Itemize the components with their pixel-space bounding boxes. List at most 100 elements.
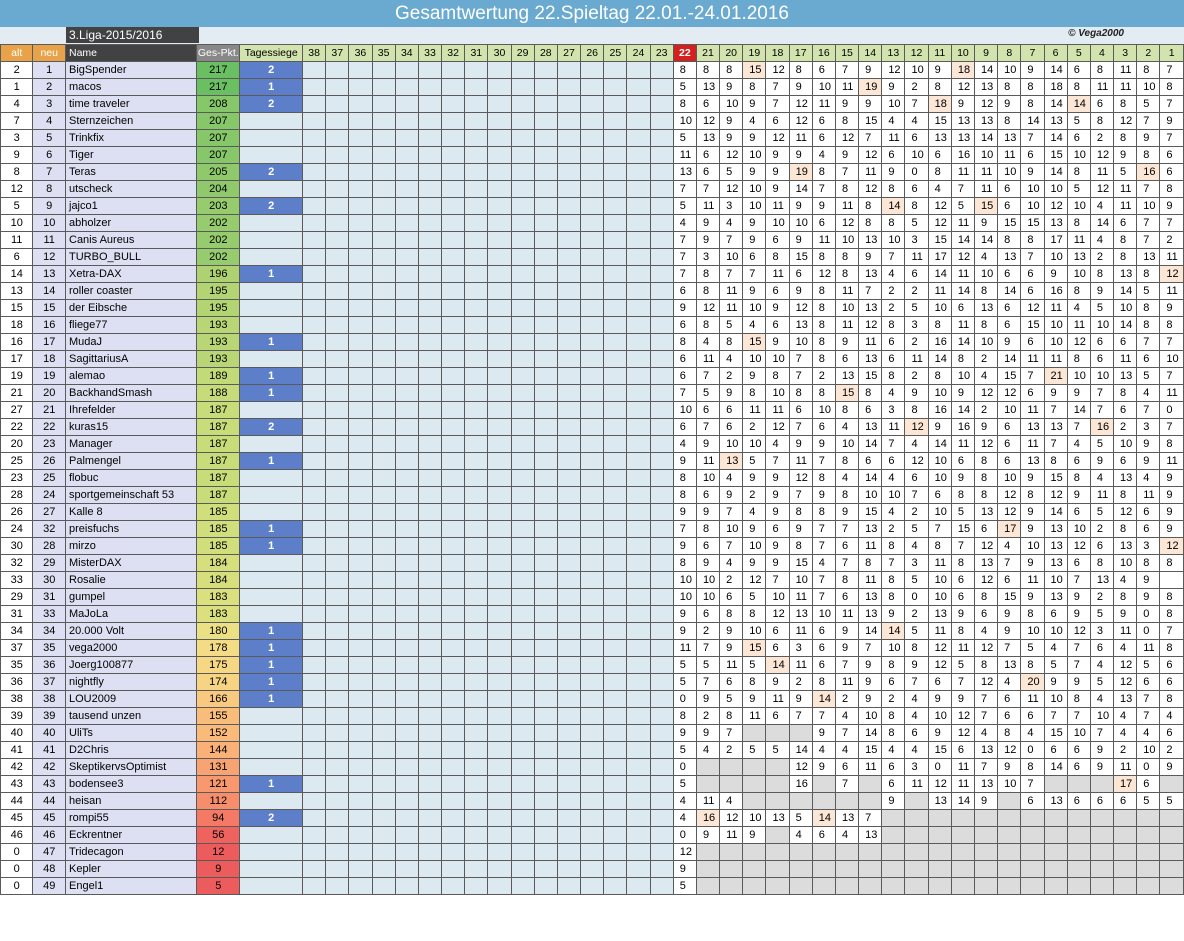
day-header[interactable]: 13 <box>881 44 906 62</box>
table-row[interactable]: 27 21 Ihrefelder 187 10 6 6 11 11 6 10 8 6 3 8 16 14 2 10 1… <box>0 401 1184 419</box>
table-row[interactable]: 45 45 rompi55 94 2 4 16 12 10 13 5 14 13 7 <box>0 809 1184 827</box>
table-row[interactable]: 4 3 time traveler 208 2 8 6 10 9 7 12 11 9 9 10 7 18 9 12 9… <box>0 95 1184 113</box>
table-row[interactable]: 7 4 Sternzeichen 207 10 12 9 4 6 12 6 8 15 4 4 15 13 13 8 1… <box>0 112 1184 130</box>
day-header[interactable]: 12 <box>904 44 929 62</box>
day-header-future[interactable]: 29 <box>510 44 535 62</box>
day-header[interactable]: 18 <box>765 44 790 62</box>
table-row[interactable]: 29 31 gumpel 183 10 10 6 5 10 11 7 6 13 8 0 10 6 8 15 9 13 9 2… <box>0 588 1184 606</box>
day-header-future[interactable]: 36 <box>348 44 373 62</box>
day-header[interactable]: 11 <box>927 44 952 62</box>
table-row[interactable]: 31 33 MaJoLa 183 9 6 8 8 12 13 10 11 13 9 2 13 9 6 9 8 6 9 5 9 0… <box>0 605 1184 623</box>
day-header-future[interactable]: 33 <box>417 44 443 62</box>
day-score-cell: 4 <box>1136 469 1161 487</box>
table-row[interactable]: 8 7 Teras 205 2 13 6 5 9 9 19 8 7 11 9 0 8 11 11 10 9 14 8 11 5 1… <box>0 163 1184 181</box>
table-row[interactable]: 6 12 TURBO_BULL 202 7 3 10 6 8 15 8 8 9 7 11 17 12 4 13 7 10… <box>0 248 1184 266</box>
day-header-future[interactable]: 34 <box>394 44 419 62</box>
day-header[interactable]: 1 <box>1159 44 1184 62</box>
table-row[interactable]: 12 8 utscheck 204 7 7 12 10 9 14 7 8 12 8 6 4 7 11 6 10 10 5 1… <box>0 180 1184 198</box>
table-row[interactable]: 1 2 macos 217 1 5 13 9 8 7 9 10 11 19 9 2 8 12 13 8 8 18 8 11 11… <box>0 78 1184 96</box>
day-header[interactable]: 2 <box>1136 44 1161 62</box>
table-row[interactable]: 0 48 Kepler 9 9 <box>0 860 1184 878</box>
future-day-cell <box>533 809 558 827</box>
day-header[interactable]: 14 <box>858 44 883 62</box>
col-header-neu[interactable]: neu <box>32 44 66 62</box>
table-row[interactable]: 14 13 Xetra-DAX 196 1 7 8 7 7 11 6 12 8 13 4 6 14 11 10 6 6 9… <box>0 265 1184 283</box>
table-row[interactable]: 36 37 nightfly 174 1 5 7 6 8 9 2 8 11 9 6 7 6 7 12 4 20 9 9 5 12… <box>0 673 1184 691</box>
table-row[interactable]: 11 11 Canis Aureus 202 7 9 7 9 6 9 11 10 13 10 3 15 14 14… <box>0 231 1184 249</box>
table-row[interactable]: 24 32 preisfuchs 185 1 7 8 10 9 6 9 7 7 13 2 5 7 15 6 17 9 13… <box>0 520 1184 538</box>
table-row[interactable]: 2 1 BigSpender 217 2 8 8 8 15 12 8 6 7 9 12 10 9 18 14 10 9 1… <box>0 61 1184 79</box>
table-row[interactable]: 35 36 Joerg100877 175 1 5 5 11 5 14 11 6 7 9 8 9 12 5 8 13 8… <box>0 656 1184 674</box>
table-row[interactable]: 34 34 20.000 Volt 180 1 9 2 9 10 6 11 6 9 14 14 5 11 8 4 9 1… <box>0 622 1184 640</box>
day-header[interactable]: 3 <box>1113 44 1138 62</box>
future-day-cell <box>580 554 605 572</box>
day-header-future[interactable]: 38 <box>302 44 327 62</box>
day-score-cell: 9 <box>1043 384 1068 402</box>
table-row[interactable]: 38 38 LOU2009 166 1 0 9 5 9 11 9 14 2 9 2 4 9 9 7 6 11 10 8 4 13… <box>0 690 1184 708</box>
table-row[interactable]: 25 26 Palmengel 187 1 9 11 13 5 7 11 7 8 6 6 12 10 6 8 6 13 8… <box>0 452 1184 470</box>
table-row[interactable]: 20 23 Manager 187 4 9 10 10 4 9 9 10 14 7 4 14 11 12 6 11 7 4… <box>0 435 1184 453</box>
table-row[interactable]: 10 10 abholzer 202 4 9 4 9 10 10 6 12 8 8 5 12 11 9 15 15 13… <box>0 214 1184 232</box>
table-row[interactable]: 0 47 Tridecagon 12 12 <box>0 843 1184 861</box>
future-day-cell <box>302 401 327 419</box>
future-day-cell <box>464 367 489 385</box>
col-header-name[interactable]: Name <box>64 44 198 62</box>
table-row[interactable]: 46 46 Eckrentner 56 0 9 11 9 4 6 4 13 <box>0 826 1184 844</box>
day-header[interactable]: 6 <box>1043 44 1068 62</box>
table-row[interactable]: 0 49 Engel1 5 5 <box>0 877 1184 895</box>
day-header[interactable]: 10 <box>950 44 976 62</box>
day-header[interactable]: 4 <box>1089 44 1115 62</box>
day-header[interactable]: 17 <box>788 44 813 62</box>
day-header-future[interactable]: 32 <box>441 44 466 62</box>
table-row[interactable]: 33 30 Rosalie 184 10 10 2 12 7 10 7 8 11 8 5 10 6 12 6 11 10… <box>0 571 1184 589</box>
col-header-daily-wins[interactable]: Tagessiege <box>239 44 304 62</box>
table-row[interactable]: 28 24 sportgemeinschaft 53 187 8 6 9 2 9 7 9 8 10 10 7… <box>0 486 1184 504</box>
table-row[interactable]: 17 18 SagittariusA 193 6 11 4 10 10 7 8 6 13 6 11 14 8 2 1… <box>0 350 1184 368</box>
table-row[interactable]: 37 35 vega2000 178 1 11 7 9 15 6 3 6 9 7 10 8 12 11 12 7 5 4 7… <box>0 639 1184 657</box>
day-header-future[interactable]: 24 <box>626 44 651 62</box>
table-row[interactable]: 9 6 Tiger 207 11 6 12 10 9 9 4 9 12 6 10 6 16 10 11 6 15 10 12… <box>0 146 1184 164</box>
table-row[interactable]: 44 44 heisan 112 4 11 4 9 13 14 9 6 13 6 6 6 5 5 <box>0 792 1184 810</box>
day-header-future[interactable]: 35 <box>371 44 396 62</box>
table-row[interactable]: 22 22 kuras15 187 2 6 7 6 2 12 7 6 4 13 11 12 9 16 9 6 13 13 7… <box>0 418 1184 436</box>
table-row[interactable]: 16 17 MudaJ 193 1 8 4 8 15 9 10 8 9 11 6 2 16 14 10 9 6 10 12 6… <box>0 333 1184 351</box>
table-row[interactable]: 3 5 Trinkfix 207 5 13 9 9 12 11 6 12 7 11 6 13 13 14 13 7 14… <box>0 129 1184 147</box>
day-header[interactable]: 7 <box>1020 44 1045 62</box>
table-row[interactable]: 13 14 roller coaster 195 6 8 11 9 6 9 8 11 7 2 2 11 14 8 1… <box>0 282 1184 300</box>
day-header[interactable]: 5 <box>1066 44 1091 62</box>
day-header-current[interactable]: 22 <box>672 44 697 62</box>
day-header-future[interactable]: 26 <box>580 44 605 62</box>
day-header[interactable]: 19 <box>742 44 767 62</box>
day-header[interactable]: 16 <box>811 44 836 62</box>
day-header[interactable]: 21 <box>695 44 721 62</box>
day-header-future[interactable]: 31 <box>464 44 489 62</box>
table-row[interactable]: 41 41 D2Chris 144 5 4 2 5 5 14 4 4 15 4 4 15 6 13 12 0 6 6 9 2 1… <box>0 741 1184 759</box>
day-header[interactable]: 15 <box>834 44 860 62</box>
day-header-future[interactable]: 28 <box>533 44 558 62</box>
table-row[interactable]: 26 27 Kalle 8 185 9 9 7 4 9 8 8 9 15 4 2 10 5 13 12 9 14 6 5 12… <box>0 503 1184 521</box>
day-header[interactable]: 9 <box>973 44 999 62</box>
table-row[interactable]: 19 19 alemao 189 1 6 7 2 9 8 7 2 13 15 8 2 8 10 4 15 7 21 10 10… <box>0 367 1184 385</box>
table-row[interactable]: 15 15 der Eibsche 195 9 12 11 10 9 12 8 10 13 2 5 10 6 13… <box>0 299 1184 317</box>
table-row[interactable]: 40 40 UliTs 152 9 9 7 9 7 14 8 6 9 12 4 8 4 15 10 7 4 4 6 <box>0 724 1184 742</box>
table-row[interactable]: 39 39 tausend unzen 155 8 2 8 11 6 7 7 4 10 8 4 10 12 7 6 6… <box>0 707 1184 725</box>
future-day-cell <box>371 605 396 623</box>
day-header-future[interactable]: 23 <box>649 44 674 62</box>
table-row[interactable]: 21 20 BackhandSmash 188 1 7 5 9 8 10 8 8 15 8 4 9 10 9 12 1… <box>0 384 1184 402</box>
day-header[interactable]: 20 <box>719 44 744 62</box>
table-row[interactable]: 23 25 flobuc 187 8 10 4 9 9 12 8 4 14 4 6 10 9 8 10 9 15 8 4 13… <box>0 469 1184 487</box>
col-header-alt[interactable]: alt <box>0 44 34 62</box>
day-header-future[interactable]: 30 <box>487 44 512 62</box>
day-score-cell: 6 <box>881 775 906 793</box>
day-header-future[interactable]: 37 <box>325 44 350 62</box>
col-header-points[interactable]: Ges-Pkt. <box>196 44 241 62</box>
table-row[interactable]: 5 9 jajco1 203 2 5 11 3 10 11 9 9 11 8 14 8 12 5 15 6 10 12 10… <box>0 197 1184 215</box>
table-row[interactable]: 43 43 bodensee3 121 1 5 16 7 6 11 12 11 13 10 7 17 6 <box>0 775 1184 793</box>
table-row[interactable]: 42 42 SkeptikervsOptimist 131 0 12 9 6 11 6 3 0 11 7 9… <box>0 758 1184 776</box>
table-row[interactable]: 30 28 mirzo 185 1 9 6 7 10 9 8 7 6 11 8 4 8 7 12 4 10 13 12 6 13… <box>0 537 1184 555</box>
table-row[interactable]: 18 16 fliege77 193 6 8 5 4 6 13 8 11 12 8 3 8 11 8 6 15 10 11… <box>0 316 1184 334</box>
table-row[interactable]: 32 29 MisterDAX 184 8 9 4 9 9 15 4 7 8 7 3 11 8 13 7 9 13 6 8 1… <box>0 554 1184 572</box>
day-header-future[interactable]: 27 <box>556 44 582 62</box>
day-header[interactable]: 8 <box>997 44 1022 62</box>
day-header-future[interactable]: 25 <box>603 44 628 62</box>
